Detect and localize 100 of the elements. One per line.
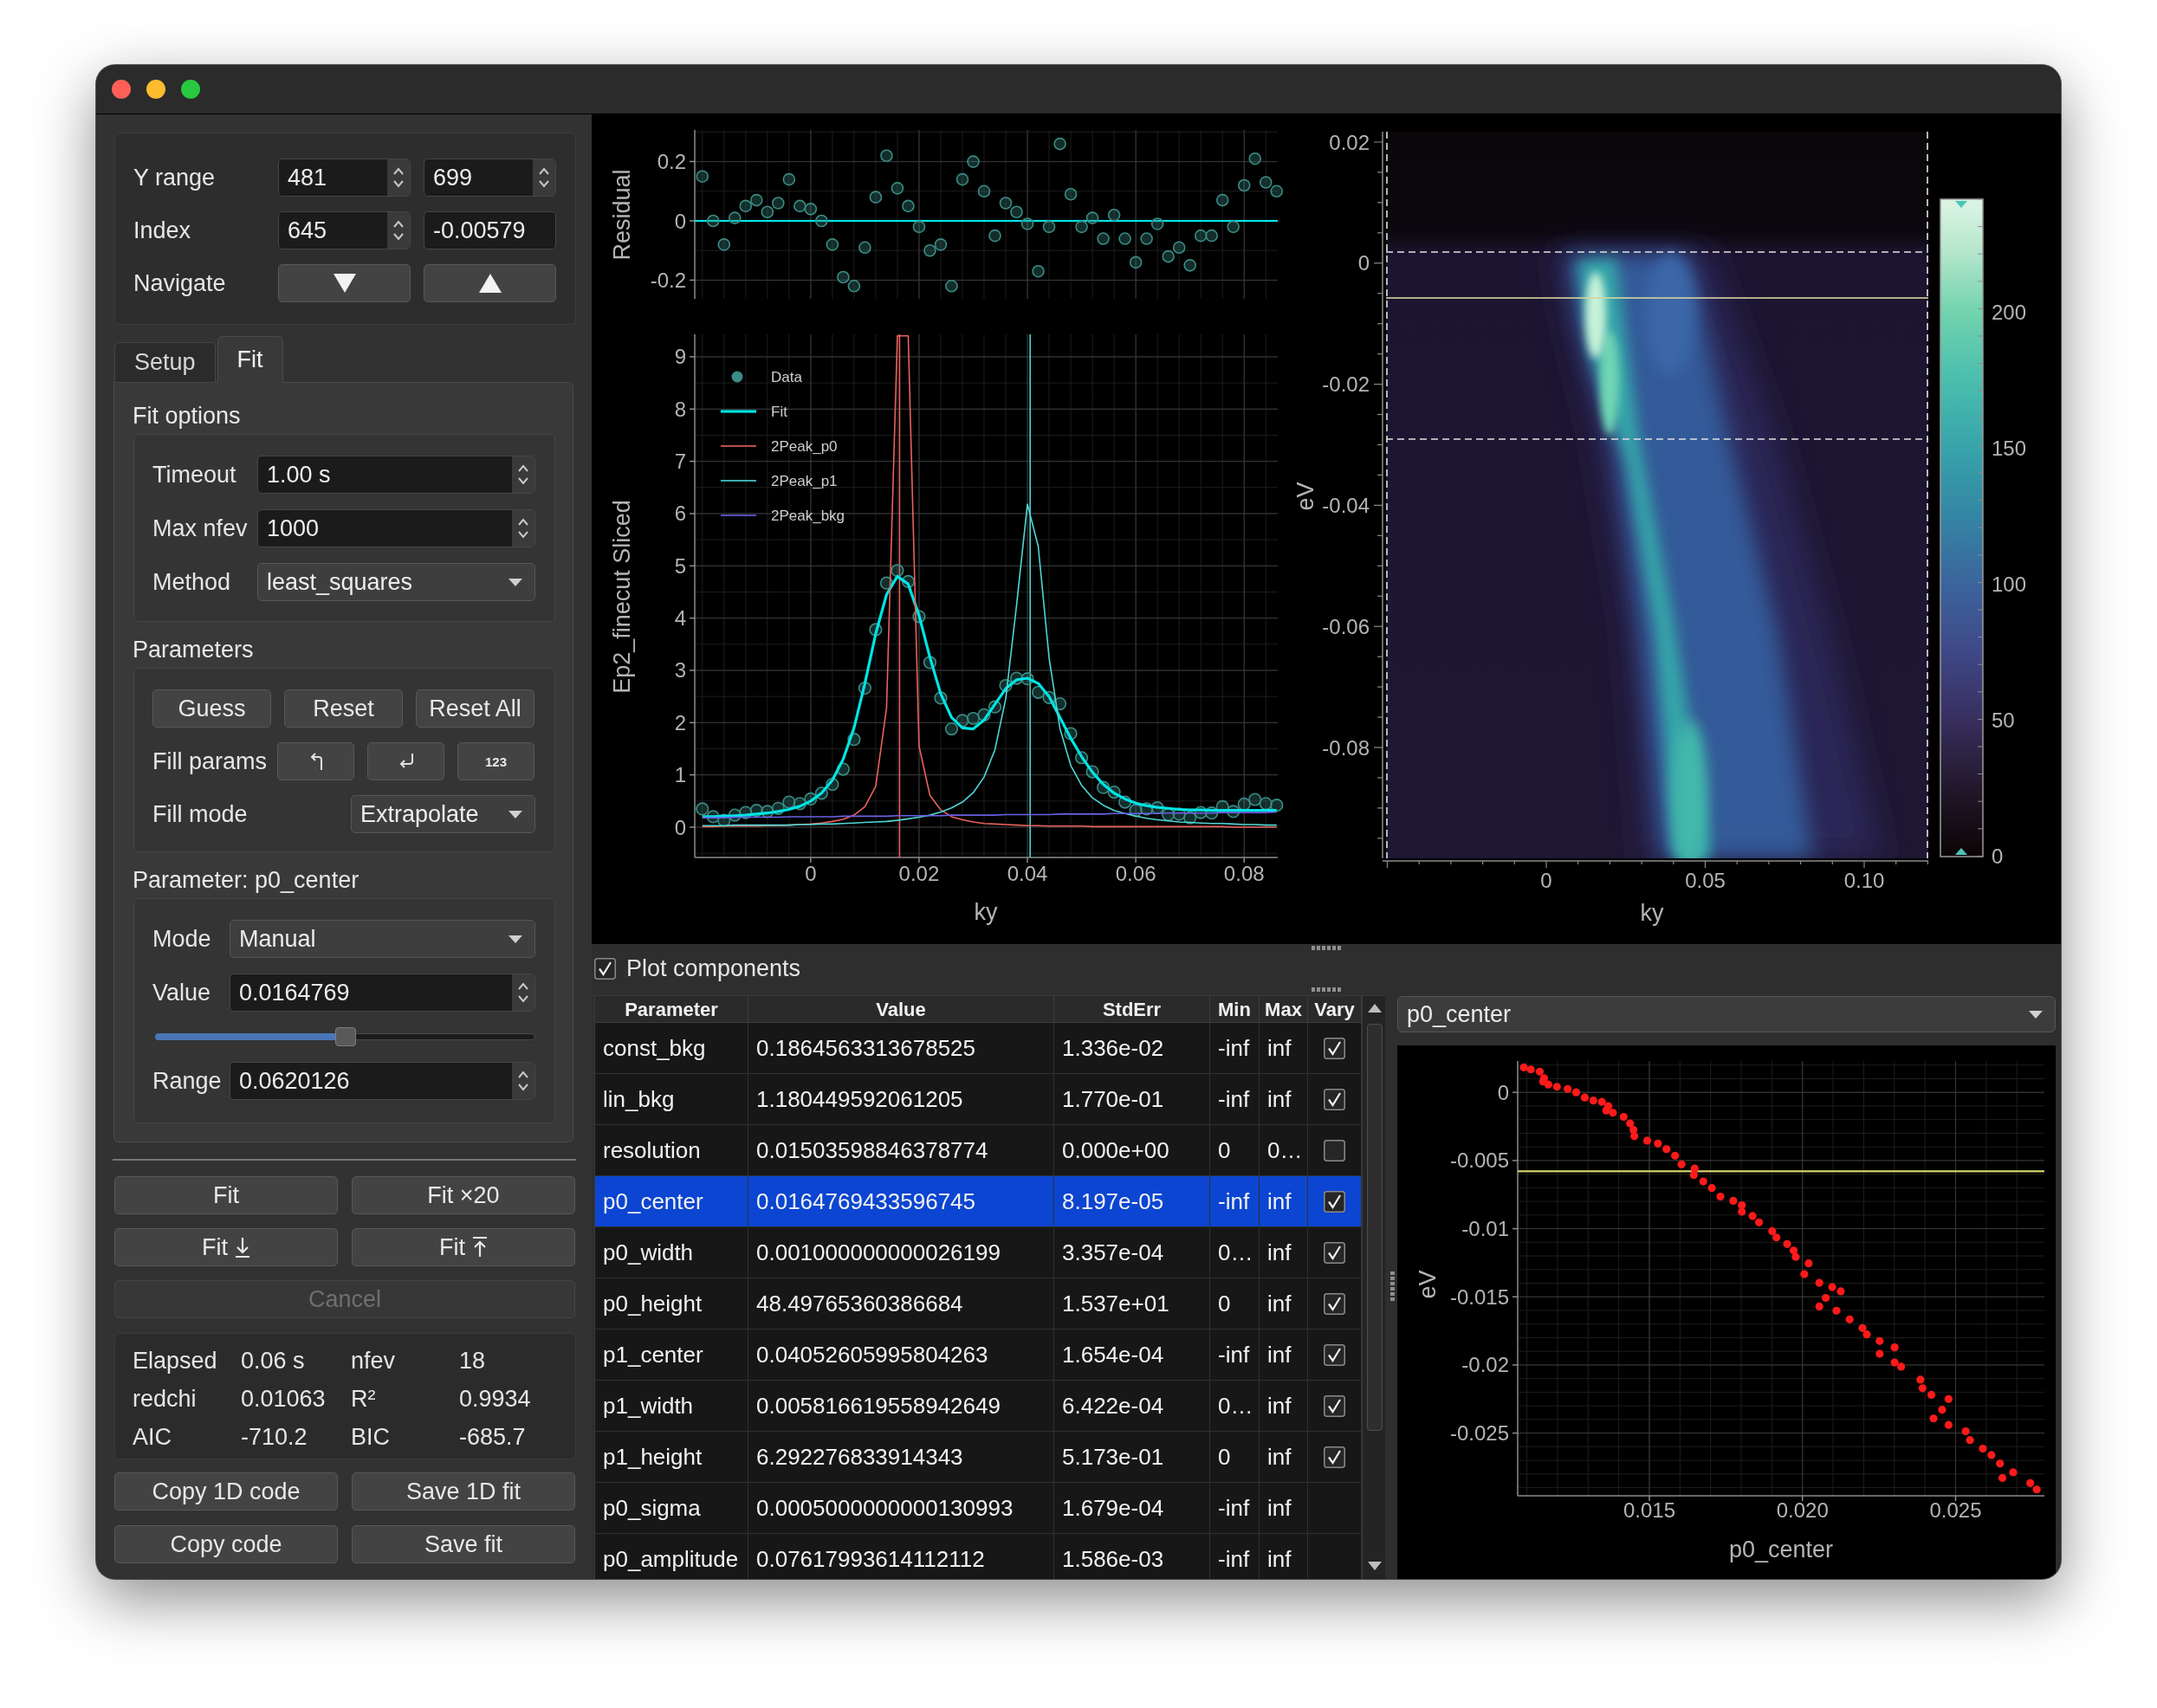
scrollbar-thumb[interactable] — [1366, 1024, 1383, 1431]
scrollbar[interactable] — [1362, 996, 1385, 1579]
dropdown[interactable]: least_squares — [257, 563, 535, 601]
spin-box[interactable]: 0.0164769 — [230, 974, 535, 1012]
checkbox[interactable] — [1324, 1190, 1345, 1213]
checkbox[interactable] — [1324, 1088, 1345, 1110]
splitter-grip-icon[interactable] — [1312, 987, 1341, 992]
spin-box[interactable]: 0.0620126 — [230, 1062, 535, 1100]
level-handle-icon[interactable] — [1955, 201, 1967, 208]
legend-label: Fit — [771, 403, 787, 420]
parameter-action-button[interactable]: Guess — [152, 689, 271, 728]
stepper-arrows-icon[interactable] — [512, 1063, 534, 1099]
dropdown[interactable]: p0_center — [1397, 996, 2056, 1032]
stepper-arrows-icon[interactable] — [387, 212, 410, 249]
column-header[interactable]: Value — [748, 996, 1054, 1022]
parameter-action-button[interactable]: Reset All — [416, 689, 534, 728]
checkbox[interactable] — [1324, 1394, 1345, 1417]
table-row[interactable]: p1_center 0.04052605995804263 1.654e-04 -inf inf — [595, 1330, 1362, 1381]
checkbox[interactable] — [1324, 1139, 1345, 1161]
column-header[interactable]: Parameter — [595, 996, 748, 1022]
table-row[interactable]: lin_bkg 1.180449592061205 1.770e-01 -inf inf — [595, 1074, 1362, 1125]
export-button[interactable]: Save 1D fit — [352, 1472, 575, 1511]
dropdown[interactable]: Manual — [230, 920, 535, 958]
stat-label: nfev — [351, 1347, 396, 1375]
tab[interactable]: Setup — [114, 342, 216, 383]
triangle-down-icon — [332, 273, 357, 294]
fit-button[interactable]: Fit — [114, 1228, 338, 1266]
stepper-arrows-icon[interactable] — [387, 159, 410, 196]
table-cell: 0 — [1210, 1432, 1260, 1482]
splitter-grip-icon[interactable] — [1312, 945, 1341, 950]
spin-box[interactable]: 699 — [424, 159, 556, 197]
tab[interactable]: Fit — [217, 336, 283, 383]
export-button[interactable]: Save fit — [352, 1525, 575, 1563]
data-point — [1053, 697, 1067, 711]
slider-thumb[interactable] — [334, 1027, 356, 1046]
parameter-action-button[interactable]: Reset — [284, 689, 403, 728]
checkbox-label[interactable]: Plot components — [626, 950, 801, 987]
table-row[interactable]: p0_width 0.001000000000026199 3.357e-04 0… inf — [595, 1227, 1362, 1278]
axis-title: ky — [1640, 900, 1664, 926]
data-point — [761, 205, 774, 219]
export-button[interactable]: Copy 1D code — [114, 1472, 338, 1511]
checkbox[interactable] — [1324, 1343, 1345, 1366]
spin-box[interactable]: 1000 — [257, 509, 535, 547]
step-up-button[interactable] — [424, 264, 556, 302]
level-handle-icon[interactable] — [1955, 848, 1967, 855]
checkbox[interactable] — [594, 957, 616, 980]
fit-button[interactable]: Fit — [114, 1176, 338, 1214]
table-cell: 0.01503598846378774 — [748, 1125, 1054, 1175]
column-header[interactable]: Min — [1210, 996, 1260, 1022]
stepper-arrows-icon[interactable] — [512, 456, 534, 493]
checkbox[interactable] — [1324, 1292, 1345, 1315]
table-row[interactable]: p1_width 0.005816619558942649 6.422e-04 0… inf — [595, 1381, 1362, 1432]
slider-track[interactable] — [155, 1027, 535, 1046]
spin-box[interactable]: 481 — [278, 159, 411, 197]
column-header[interactable]: StdErr — [1054, 996, 1210, 1022]
table-row[interactable]: p0_height 48.49765360386684 1.537e+01 0 inf — [595, 1278, 1362, 1330]
tick-label: 0 — [674, 815, 686, 839]
splitter-grip-icon[interactable] — [1389, 1271, 1395, 1301]
dropdown[interactable]: Extrapolate — [351, 795, 535, 833]
step-down-button[interactable] — [278, 264, 411, 302]
number-format-button[interactable]: 123 — [457, 742, 534, 780]
fit-button[interactable]: Fit ×20 — [352, 1176, 575, 1214]
data-point — [944, 721, 959, 736]
table-row[interactable]: p0_sigma 0.0005000000000130993 1.679e-04 -inf inf — [595, 1483, 1362, 1534]
table-cell: p1_center — [595, 1330, 748, 1380]
data-point — [1107, 786, 1121, 799]
spin-box[interactable]: 1.00 s — [257, 456, 535, 494]
table-row[interactable]: p1_height 6.292276833914343 5.173e-01 0 inf — [595, 1432, 1362, 1483]
spin-box[interactable]: 645 — [278, 211, 411, 249]
close-button[interactable] — [112, 80, 131, 99]
data-point — [955, 714, 969, 728]
checkbox[interactable] — [1324, 1446, 1345, 1468]
stepper-arrows-icon[interactable] — [512, 510, 534, 547]
zoom-button[interactable] — [181, 80, 200, 99]
data-point — [771, 801, 785, 815]
column-header[interactable]: Max — [1260, 996, 1308, 1022]
data-point — [923, 656, 937, 670]
export-button[interactable]: Copy code — [114, 1525, 338, 1563]
table-row[interactable]: const_bkg 0.1864563313678525 1.336e-02 -inf inf — [595, 1023, 1362, 1074]
field-label: Range — [152, 1066, 223, 1096]
text-field[interactable]: -0.00579 — [424, 211, 556, 249]
scroll-down-icon[interactable] — [1367, 1562, 1382, 1570]
data-point — [1042, 690, 1056, 704]
minimize-button[interactable] — [146, 80, 165, 99]
tick-label: -0.025 — [1449, 1421, 1509, 1446]
scroll-up-icon[interactable] — [1367, 1004, 1382, 1013]
fit-button[interactable]: Fit — [352, 1228, 575, 1266]
tick-label: 0.05 — [1685, 868, 1726, 892]
table-row[interactable]: resolution 0.01503598846378774 0.000e+00 0 0… — [595, 1125, 1362, 1176]
checkbox[interactable] — [1324, 1037, 1345, 1059]
stepper-arrows-icon[interactable] — [533, 159, 555, 196]
checkbox[interactable] — [1324, 1241, 1345, 1264]
table-row[interactable]: p0_center 0.0164769433596745 8.197e-05 -inf inf — [595, 1176, 1362, 1227]
data-point — [1140, 802, 1154, 816]
data-point — [988, 700, 1002, 714]
section-title: Parameter: p0_center — [133, 866, 360, 894]
table-cell: 6.422e-04 — [1054, 1381, 1210, 1431]
data-point — [696, 170, 709, 183]
stepper-arrows-icon[interactable] — [512, 974, 534, 1011]
field-label: Method — [152, 567, 232, 597]
